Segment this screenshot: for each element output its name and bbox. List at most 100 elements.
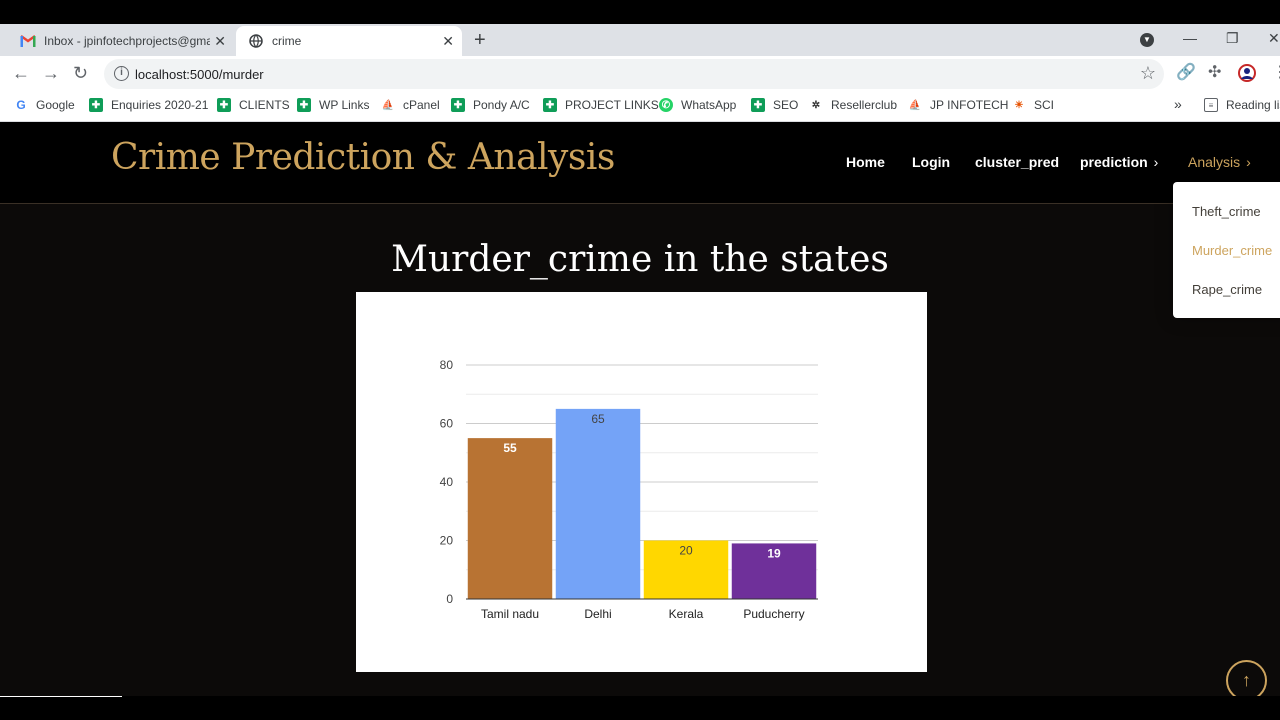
new-tab-icon[interactable]: + <box>474 28 486 52</box>
bookmark-clients[interactable]: ✚ CLIENTS <box>217 98 290 112</box>
whatsapp-icon: ✆ <box>659 98 673 112</box>
nav-analysis[interactable]: Analysis › <box>1188 154 1251 170</box>
restore-icon[interactable]: ❐ <box>1226 28 1239 48</box>
video-progress-line <box>0 696 122 697</box>
y-tick-label: 0 <box>446 592 453 606</box>
analysis-dropdown-menu: Theft_crime Murder_crime Rape_crime <box>1173 182 1280 318</box>
bookmark-whatsapp[interactable]: ✆ WhatsApp <box>659 98 736 112</box>
y-tick-label: 20 <box>440 534 454 548</box>
site-info-icon[interactable]: i <box>114 66 129 81</box>
bar-data-label: 65 <box>591 412 605 426</box>
bookmark-label: PROJECT LINKS <box>565 98 659 112</box>
bookmark-label: WP Links <box>319 98 370 112</box>
sheets-icon: ✚ <box>217 98 231 112</box>
screen-top-bar <box>0 0 1280 24</box>
dropdown-item-rape[interactable]: Rape_crime <box>1192 282 1262 297</box>
minimize-icon[interactable]: — <box>1183 28 1197 48</box>
bar <box>467 438 553 599</box>
bookmark-jp-infotech[interactable]: ⛵ JP INFOTECH <box>908 98 1009 112</box>
bookmark-label: SCI <box>1034 98 1055 112</box>
x-tick-label: Puducherry <box>743 607 804 621</box>
bookmark-google[interactable]: G Google <box>14 98 75 112</box>
tab-inbox[interactable]: Inbox - jpinfotechprojects@gmail.com ✕ <box>8 26 234 56</box>
close-tab-icon[interactable]: ✕ <box>442 33 454 49</box>
bookmarks-bar: G Google ✚ Enquiries 2020-21 ✚ CLIENTS ✚… <box>0 92 1280 122</box>
nav-cluster-pred[interactable]: cluster_pred <box>975 154 1059 170</box>
x-tick-label: Tamil nadu <box>481 607 539 621</box>
bookmark-label: cPanel <box>403 98 440 112</box>
profile-avatar-icon[interactable] <box>1238 64 1256 87</box>
arrow-up-icon: ↑ <box>1242 670 1251 690</box>
globe-icon <box>248 33 264 49</box>
site-logo-text[interactable]: Crime Prediction & Analysis <box>111 137 615 178</box>
bar-data-label: 20 <box>679 544 693 558</box>
nav-login[interactable]: Login <box>912 154 950 170</box>
bookmark-label: Google <box>36 98 75 112</box>
tab-search-icon[interactable]: ▼ <box>1140 33 1154 47</box>
dropdown-item-theft[interactable]: Theft_crime <box>1192 204 1261 219</box>
menu-kebab-icon[interactable]: ⋮ <box>1272 64 1280 82</box>
forward-icon[interactable]: → <box>42 62 60 84</box>
bookmark-label: WhatsApp <box>681 98 737 112</box>
sheets-icon: ✚ <box>543 98 557 112</box>
x-tick-label: Delhi <box>584 607 611 621</box>
bookmark-resellerclub[interactable]: ✲ Resellerclub <box>809 98 897 112</box>
bookmark-seo[interactable]: ✚ SEO <box>751 98 798 112</box>
cpanel-icon: ⛵ <box>908 99 922 111</box>
nav-analysis-label: Analysis <box>1188 154 1241 170</box>
reading-list-label: Reading list <box>1226 98 1280 112</box>
url-text[interactable]: localhost:5000/murder <box>135 67 264 82</box>
bar-data-label: 19 <box>767 546 781 560</box>
link-extension-icon[interactable]: 🔗 <box>1176 64 1196 82</box>
chevron-right-icon: › <box>1246 154 1251 170</box>
bookmark-label: Pondy A/C <box>473 98 530 112</box>
gmail-icon <box>20 33 36 49</box>
bookmark-pondy[interactable]: ✚ Pondy A/C <box>451 98 530 112</box>
screen-bottom-bar <box>0 696 1280 720</box>
sheets-icon: ✚ <box>751 98 765 112</box>
reload-icon[interactable]: ↻ <box>73 62 88 84</box>
bookmark-wp-links[interactable]: ✚ WP Links <box>297 98 369 112</box>
google-icon: G <box>16 98 26 112</box>
bar-data-label: 55 <box>503 441 517 455</box>
x-tick-label: Kerala <box>669 607 704 621</box>
web-page: Crime Prediction & Analysis Home Login c… <box>0 122 1280 696</box>
tab-title: Inbox - jpinfotechprojects@gmail.com <box>44 34 210 48</box>
dropdown-item-murder[interactable]: Murder_crime <box>1192 243 1272 258</box>
browser-tab-strip: Inbox - jpinfotechprojects@gmail.com ✕ c… <box>0 24 1280 56</box>
back-to-top-button[interactable]: ↑ <box>1226 660 1267 696</box>
bookmark-project-links[interactable]: ✚ PROJECT LINKS <box>543 98 659 112</box>
tab-crime[interactable]: crime ✕ <box>236 26 462 56</box>
bookmark-label: Resellerclub <box>831 98 898 112</box>
sheets-icon: ✚ <box>297 98 311 112</box>
tab-title: crime <box>272 34 302 48</box>
chevron-right-icon: › <box>1153 154 1159 170</box>
cpanel-icon: ⛵ <box>381 99 395 111</box>
nav-home[interactable]: Home <box>846 154 885 170</box>
nav-prediction-label: prediction <box>1080 154 1148 170</box>
sheets-icon: ✚ <box>89 98 103 112</box>
close-tab-icon[interactable]: ✕ <box>214 33 226 49</box>
nav-prediction[interactable]: prediction › <box>1080 154 1158 170</box>
bookmark-label: SEO <box>773 98 799 112</box>
bookmark-sci[interactable]: ☀ SCI <box>1012 98 1055 112</box>
address-bar[interactable]: i localhost:5000/murder ☆ <box>104 59 1164 89</box>
bookmark-label: CLIENTS <box>239 98 290 112</box>
reading-list-icon: ≡ <box>1204 98 1218 112</box>
y-tick-label: 60 <box>440 417 454 431</box>
bar-chart: 0 20 40 60 80 55 Tamil nadu 65 Delhi 20 Kerala 19 Pu… <box>440 358 818 621</box>
extensions-puzzle-icon[interactable]: ✣ <box>1208 64 1221 82</box>
sheets-icon: ✚ <box>451 98 465 112</box>
y-tick-label: 80 <box>440 358 454 372</box>
bookmark-enquiries[interactable]: ✚ Enquiries 2020-21 <box>89 98 208 112</box>
more-bookmarks-icon[interactable]: » <box>1174 96 1182 112</box>
back-icon[interactable]: ← <box>12 62 30 84</box>
reading-list[interactable]: ≡ Reading list <box>1204 98 1280 112</box>
bookmark-star-icon[interactable]: ☆ <box>1140 63 1156 84</box>
bookmark-cpanel[interactable]: ⛵ cPanel <box>381 98 440 112</box>
bookmark-label: JP INFOTECH <box>930 98 1009 112</box>
resellerclub-icon: ✲ <box>811 99 821 111</box>
bookmark-label: Enquiries 2020-21 <box>111 98 209 112</box>
close-window-icon[interactable]: ✕ <box>1268 28 1280 48</box>
y-tick-label: 40 <box>440 475 454 489</box>
